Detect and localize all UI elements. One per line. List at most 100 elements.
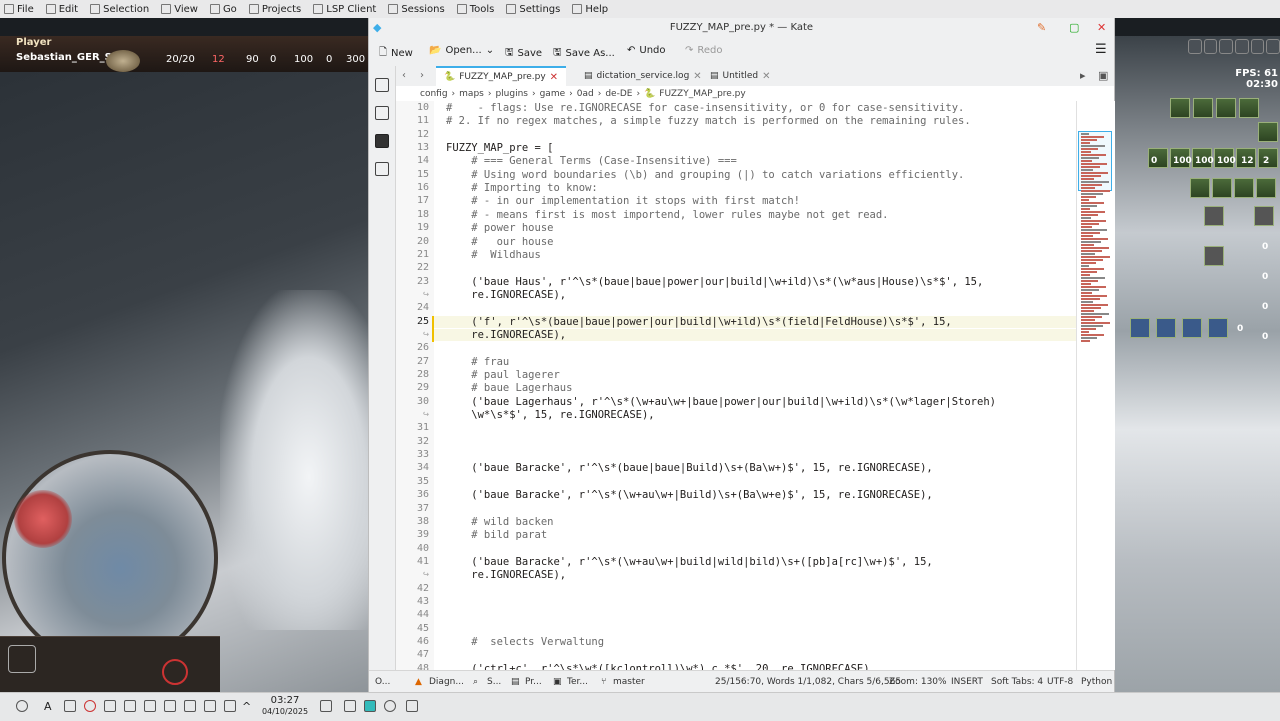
- redo-button[interactable]: ↷ Redo: [685, 45, 723, 56]
- tab-fuzzy-map-pre[interactable]: 🐍 FUZZY_MAP_pre.py ✕: [436, 66, 567, 86]
- unit-portrait-1[interactable]: [1204, 206, 1224, 226]
- unit-button-12[interactable]: [1190, 178, 1210, 198]
- flare-icon[interactable]: [8, 645, 36, 673]
- filesystem-icon[interactable]: [375, 106, 389, 120]
- game-terrain-right[interactable]: [1115, 36, 1280, 692]
- menu-lsp-client[interactable]: LSP Client: [307, 4, 382, 15]
- crumb-plugins[interactable]: plugins: [495, 89, 528, 99]
- status-diagnostics[interactable]: Diagn...: [429, 677, 464, 687]
- idle-worker-icon[interactable]: [162, 659, 188, 685]
- crumb-maps[interactable]: maps: [459, 89, 484, 99]
- crumb-file[interactable]: FUZZY_MAP_pre.py: [659, 89, 745, 99]
- menu-view[interactable]: View: [155, 4, 204, 15]
- task-app-icon[interactable]: [364, 700, 376, 712]
- menu-file[interactable]: File: [0, 4, 40, 15]
- game-icon-1[interactable]: [1188, 39, 1202, 54]
- status-output[interactable]: O...: [375, 677, 390, 687]
- task-app-icon-2[interactable]: [384, 700, 396, 712]
- tray-icon-1[interactable]: [64, 700, 76, 712]
- documents-icon[interactable]: [375, 78, 389, 92]
- unit-button-13[interactable]: [1212, 178, 1232, 198]
- symbols-icon[interactable]: [375, 162, 389, 176]
- game-icon-2[interactable]: [1203, 39, 1218, 54]
- status-encoding[interactable]: UTF-8: [1047, 677, 1073, 687]
- tray-icon-5[interactable]: [224, 700, 236, 712]
- taskbar-clock[interactable]: 03:27 04/10/2025: [255, 695, 315, 717]
- unit-button-4[interactable]: [1239, 98, 1259, 118]
- hero-button-3[interactable]: [1182, 318, 1202, 338]
- status-mode[interactable]: INSERT: [951, 677, 983, 687]
- menu-projects[interactable]: Projects: [243, 4, 307, 15]
- close-icon[interactable]: ✕: [1097, 21, 1106, 34]
- hero-button-2[interactable]: [1156, 318, 1176, 338]
- status-branch[interactable]: master: [613, 677, 645, 687]
- window-titlebar[interactable]: ◆ FUZZY_MAP_pre.py * — Kate ✎ ▢ ✕: [369, 18, 1114, 39]
- menu-go[interactable]: Go: [204, 4, 243, 15]
- app-launcher-icon[interactable]: [16, 700, 28, 712]
- pin-icon[interactable]: ✎: [1037, 21, 1046, 34]
- git-icon[interactable]: [375, 134, 389, 148]
- code-editor[interactable]: 10 11 12 13 14 15 16 17 18 19 20 21 22 23 ↪ 24 25 ↪ 26 27 28…: [396, 101, 1076, 670]
- record-icon[interactable]: [84, 700, 96, 712]
- status-projects[interactable]: Pr...: [525, 677, 542, 687]
- unit-button-14[interactable]: [1234, 178, 1254, 198]
- tab-forward-icon[interactable]: ›: [420, 70, 424, 81]
- tab-list-icon[interactable]: ▣: [1098, 69, 1108, 82]
- game-icon-4[interactable]: [1235, 39, 1249, 54]
- tab-back-icon[interactable]: ‹: [402, 70, 406, 81]
- code-minimap[interactable]: [1076, 101, 1115, 670]
- tab-untitled[interactable]: ▤ Untitled ✕: [702, 66, 779, 86]
- hero-button-1[interactable]: [1130, 318, 1150, 338]
- status-position[interactable]: 25/156:70, Words 1/1,082, Chars 5/6,565: [715, 677, 901, 687]
- menu-tools[interactable]: Tools: [451, 4, 501, 15]
- tray-icon-3[interactable]: [124, 700, 136, 712]
- game-minimap[interactable]: [2, 450, 218, 666]
- unit-button-3[interactable]: [1216, 98, 1236, 118]
- game-icon-3[interactable]: [1219, 39, 1234, 54]
- show-desktop-icon[interactable]: [320, 700, 332, 712]
- game-icon-5[interactable]: [1250, 39, 1265, 54]
- menu-edit[interactable]: Edit: [40, 4, 84, 15]
- tray-icon-2[interactable]: [104, 700, 116, 712]
- crumb-config[interactable]: config: [420, 89, 448, 99]
- unit-button-15[interactable]: [1256, 178, 1276, 198]
- crumb-de-de[interactable]: de-DE: [605, 89, 632, 99]
- status-zoom[interactable]: Zoom: 130%: [889, 677, 947, 687]
- volume-icon[interactable]: [164, 700, 176, 712]
- network-icon[interactable]: [184, 700, 196, 712]
- tray-expand-icon[interactable]: ^: [242, 700, 254, 713]
- maximize-icon[interactable]: ▢: [1069, 21, 1079, 34]
- status-language[interactable]: Python: [1081, 677, 1112, 687]
- new-button[interactable]: 🗋 New: [379, 45, 413, 62]
- status-terminal[interactable]: Ter...: [567, 677, 588, 687]
- tab-scroll-icon[interactable]: ▸: [1080, 69, 1086, 82]
- status-search[interactable]: S...: [487, 677, 501, 687]
- menu-selection[interactable]: Selection: [84, 4, 155, 15]
- save-as-button[interactable]: 🖫 Save As...: [553, 45, 615, 62]
- tab-close-icon[interactable]: ✕: [693, 71, 701, 82]
- tab-close-icon[interactable]: ✕: [550, 72, 558, 83]
- task-app-icon-3[interactable]: [406, 700, 418, 712]
- menu-help[interactable]: Help: [566, 4, 614, 15]
- text-app-icon[interactable]: A: [44, 700, 56, 713]
- menu-sessions[interactable]: Sessions: [382, 4, 450, 15]
- crumb-0ad[interactable]: 0ad: [577, 89, 594, 99]
- tab-dictation-log[interactable]: ▤ dictation_service.log ✕: [576, 66, 710, 86]
- menu-settings[interactable]: Settings: [500, 4, 566, 15]
- undo-button[interactable]: ↶ Undo: [627, 45, 666, 56]
- game-icon-6[interactable]: [1266, 39, 1280, 54]
- chevron-down-icon[interactable]: ⌄: [486, 45, 494, 56]
- save-button[interactable]: 🖫 Save: [505, 45, 542, 62]
- open-button[interactable]: 📂 Open... ⌄: [429, 45, 494, 56]
- tray-icon-4[interactable]: [204, 700, 216, 712]
- tab-close-icon[interactable]: ✕: [762, 71, 770, 82]
- crumb-game[interactable]: game: [540, 89, 566, 99]
- hamburger-menu-icon[interactable]: ☰: [1095, 42, 1107, 57]
- status-tabs[interactable]: Soft Tabs: 4: [991, 677, 1043, 687]
- unit-button-2[interactable]: [1193, 98, 1213, 118]
- unit-button-1[interactable]: [1170, 98, 1190, 118]
- unit-portrait-2[interactable]: [1254, 206, 1274, 226]
- hero-button-4[interactable]: [1208, 318, 1228, 338]
- unit-portrait-3[interactable]: [1204, 246, 1224, 266]
- unit-button-5[interactable]: [1258, 122, 1278, 142]
